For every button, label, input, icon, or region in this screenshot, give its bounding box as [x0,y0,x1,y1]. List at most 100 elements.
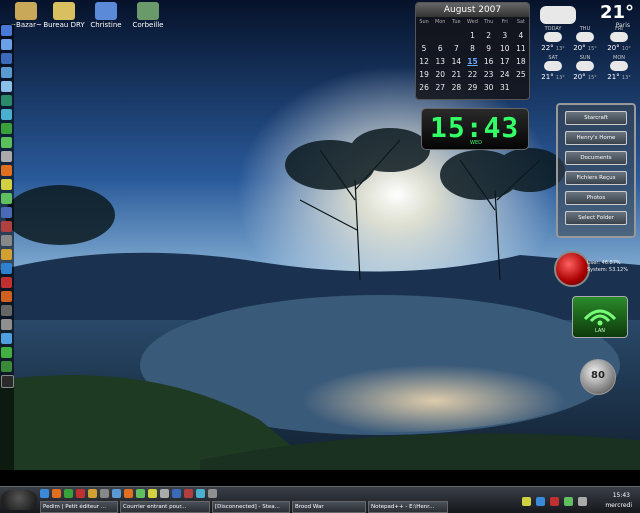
app-icon[interactable] [1,109,12,120]
calendar-grid: 1 2 3 4 5 6 7 8 9 10 11 12 13 14 15 16 17 18 19 20 21 22 23 24 2… [416,31,529,92]
app-icon[interactable] [1,347,12,358]
calendar-date[interactable]: 11 [513,44,529,53]
app-icon[interactable] [1,375,14,388]
app-icon[interactable] [1,361,12,372]
tray-icon[interactable] [522,497,531,506]
calendar-date[interactable]: 15 [464,57,480,66]
start-button[interactable] [1,490,37,510]
calendar-date[interactable]: 12 [416,57,432,66]
app-icon[interactable] [40,489,49,498]
app-icon[interactable] [1,67,12,78]
app-icon[interactable] [172,489,181,498]
task-button[interactable]: Notepad++ - E:\Henr... [368,501,448,513]
app-icon[interactable] [184,489,193,498]
calendar-date[interactable]: 13 [432,57,448,66]
task-button[interactable]: Brood War [292,501,366,513]
app-icon[interactable] [1,193,12,204]
app-icon[interactable] [1,123,12,134]
calendar-date[interactable]: 27 [432,83,448,92]
speaker-icon[interactable] [578,497,587,506]
launcher-button-fichiers-recus[interactable]: Fichiers Reçus [565,171,627,185]
tray-icon[interactable] [550,497,559,506]
launcher-button-select-folder[interactable]: Select Folder [565,211,627,225]
app-icon[interactable] [208,489,217,498]
launcher-button-photos[interactable]: Photos [565,191,627,205]
calendar-date[interactable]: 3 [497,31,513,40]
calendar-date[interactable]: 19 [416,70,432,79]
app-icon[interactable] [76,489,85,498]
app-icon[interactable] [1,263,12,274]
calendar-date[interactable]: 10 [497,44,513,53]
app-icon[interactable] [1,137,12,148]
app-icon[interactable] [1,221,12,232]
calendar-date[interactable]: 23 [481,70,497,79]
app-icon[interactable] [1,305,12,316]
calendar-date[interactable]: 26 [416,83,432,92]
app-icon[interactable] [88,489,97,498]
calendar-date[interactable]: 28 [448,83,464,92]
app-icon[interactable] [1,53,12,64]
wifi-icon [583,309,617,326]
calendar-date[interactable]: 9 [481,44,497,53]
calendar-date[interactable]: 29 [464,83,480,92]
app-icon[interactable] [1,81,12,92]
launcher-button-henrys-home[interactable]: Henry's Home [565,131,627,145]
task-button[interactable]: Courrier entrant pour... [120,501,210,513]
calendar-date[interactable]: 17 [497,57,513,66]
launcher-button-documents[interactable]: Documents [565,151,627,165]
calendar-date[interactable]: 8 [464,44,480,53]
calendar-date[interactable]: 30 [481,83,497,92]
calendar-date[interactable]: 14 [448,57,464,66]
tray-icon[interactable] [564,497,573,506]
calendar-date[interactable]: 4 [513,31,529,40]
app-icon[interactable] [64,489,73,498]
calendar-date[interactable]: 25 [513,70,529,79]
volume-knob[interactable]: 80 [580,359,616,395]
app-icon[interactable] [196,489,205,498]
app-icon[interactable] [100,489,109,498]
app-icon[interactable] [1,95,12,106]
calendar-date[interactable]: 21 [448,70,464,79]
calendar-date[interactable]: 20 [432,70,448,79]
app-icon[interactable] [1,179,12,190]
app-icon[interactable] [1,25,12,36]
cloudy-icon [576,32,594,42]
app-icon[interactable] [136,489,145,498]
app-icon[interactable] [1,249,12,260]
launcher-button-starcraft[interactable]: Starcraft [565,111,627,125]
calendar-date[interactable]: 2 [481,31,497,40]
calendar-date[interactable]: 16 [481,57,497,66]
folder-icon [53,2,75,20]
tray-clock[interactable]: 15:43 [613,492,630,499]
quick-launch-sidebar [0,24,14,484]
calendar-month[interactable]: August 2007 [416,3,529,17]
app-icon[interactable] [1,207,12,218]
app-icon[interactable] [1,151,12,162]
firefox-icon[interactable] [52,489,61,498]
task-button[interactable]: [Disconnected] - Stea... [212,501,290,513]
app-icon[interactable] [1,333,12,344]
app-icon[interactable] [1,277,12,288]
calendar-date[interactable]: 1 [464,31,480,40]
app-icon[interactable] [1,319,12,330]
app-icon[interactable] [1,291,12,302]
app-icon[interactable] [148,489,157,498]
cpu-meter-button[interactable] [554,251,590,287]
app-icon[interactable] [1,165,12,176]
task-button[interactable]: Pedim | Petit éditeur ... [40,501,118,513]
app-icon[interactable] [1,39,12,50]
calendar-date[interactable]: 18 [513,57,529,66]
tray-icon[interactable] [536,497,545,506]
calendar-date[interactable]: 6 [432,44,448,53]
calendar-date[interactable]: 22 [464,70,480,79]
calendar-date[interactable]: 7 [448,44,464,53]
app-icon[interactable] [1,235,12,246]
calendar-date[interactable]: 31 [497,83,513,92]
calendar-date[interactable]: 5 [416,44,432,53]
app-icon[interactable] [124,489,133,498]
lan-meter-widget[interactable]: LAN [572,296,628,338]
calendar-date[interactable]: 24 [497,70,513,79]
app-icon[interactable] [160,489,169,498]
desktop-icon-corbeille[interactable]: Corbeille [120,2,176,29]
app-icon[interactable] [112,489,121,498]
